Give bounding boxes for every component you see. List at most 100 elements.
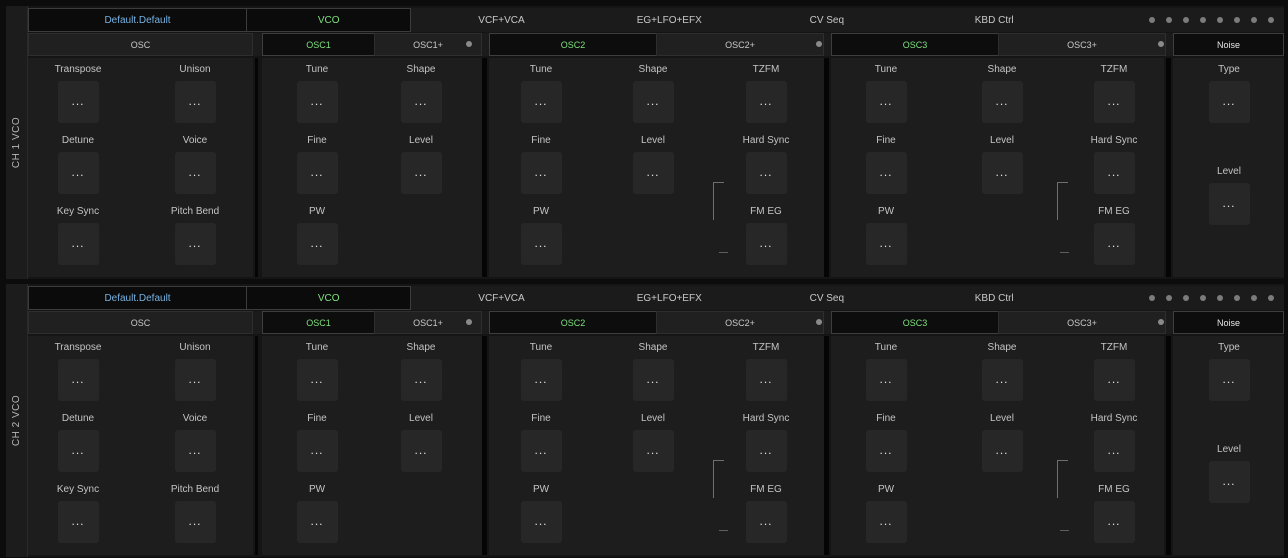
tab-vcf-vca[interactable]: VCF+VCA <box>411 286 636 310</box>
sub-tab-osc1[interactable]: OSC1 <box>262 311 375 334</box>
value-button[interactable]: ... <box>57 359 99 401</box>
sub-tab-osc3-plus[interactable]: OSC3+ <box>998 33 1166 56</box>
value-button[interactable]: ... <box>57 430 99 472</box>
value-button[interactable]: ... <box>1208 183 1250 225</box>
value-button[interactable]: ... <box>745 501 787 543</box>
sub-tab-osc1[interactable]: OSC1 <box>262 33 375 56</box>
value-button[interactable]: ... <box>745 81 787 123</box>
value-button[interactable]: ... <box>520 359 562 401</box>
value-button[interactable]: ... <box>865 223 907 265</box>
page-dot[interactable] <box>1268 17 1275 23</box>
value-button[interactable]: ... <box>1093 430 1135 472</box>
value-button[interactable]: ... <box>865 81 907 123</box>
value-button[interactable]: ... <box>174 81 216 123</box>
tab-cv-seq[interactable]: CV Seq <box>810 286 975 310</box>
value-button[interactable]: ... <box>1093 81 1135 123</box>
page-dot[interactable] <box>1149 295 1156 301</box>
value-button[interactable]: ... <box>632 152 674 194</box>
page-dots[interactable] <box>1138 286 1284 310</box>
value-button[interactable]: ... <box>174 152 216 194</box>
value-button[interactable]: ... <box>745 152 787 194</box>
sub-tab-osc2-plus[interactable]: OSC2+ <box>656 311 824 334</box>
page-dot[interactable] <box>1234 17 1241 23</box>
value-button[interactable]: ... <box>57 81 99 123</box>
value-button[interactable]: ... <box>632 430 674 472</box>
sub-tab-noise[interactable]: Noise <box>1173 33 1284 56</box>
value-button[interactable]: ... <box>1093 152 1135 194</box>
tab-vco[interactable]: VCO <box>246 8 412 32</box>
value-button[interactable]: ... <box>865 430 907 472</box>
sub-tab-osc3[interactable]: OSC3 <box>831 33 999 56</box>
value-button[interactable]: ... <box>296 152 338 194</box>
value-button[interactable]: ... <box>400 152 442 194</box>
page-dot[interactable] <box>1268 295 1275 301</box>
value-button[interactable]: ... <box>981 152 1023 194</box>
value-button[interactable]: ... <box>520 501 562 543</box>
page-dot[interactable] <box>1234 295 1241 301</box>
value-button[interactable]: ... <box>57 152 99 194</box>
sub-tab-osc3[interactable]: OSC3 <box>831 311 999 334</box>
page-dot[interactable] <box>1217 295 1224 301</box>
value-button[interactable]: ... <box>632 81 674 123</box>
page-dot[interactable] <box>1183 295 1190 301</box>
value-button[interactable]: ... <box>520 430 562 472</box>
value-button[interactable]: ... <box>1208 461 1250 503</box>
value-button[interactable]: ... <box>400 359 442 401</box>
page-dot[interactable] <box>1251 17 1258 23</box>
tab-kbd-ctrl[interactable]: KBD Ctrl <box>975 286 1138 310</box>
value-button[interactable]: ... <box>865 359 907 401</box>
sub-tab-noise[interactable]: Noise <box>1173 311 1284 334</box>
value-button[interactable]: ... <box>296 81 338 123</box>
page-dot[interactable] <box>1200 295 1207 301</box>
tab-eg-lfo-efx[interactable]: EG+LFO+EFX <box>637 286 810 310</box>
page-dot[interactable] <box>1217 17 1224 23</box>
value-button[interactable]: ... <box>865 501 907 543</box>
sub-tab-osc[interactable]: OSC <box>28 33 253 56</box>
value-button[interactable]: ... <box>1208 359 1250 401</box>
value-button[interactable]: ... <box>520 152 562 194</box>
preset-name-tab[interactable]: Default.Default <box>28 8 248 32</box>
value-button[interactable]: ... <box>400 81 442 123</box>
value-button[interactable]: ... <box>1093 223 1135 265</box>
value-button[interactable]: ... <box>296 223 338 265</box>
tab-vco[interactable]: VCO <box>246 286 412 310</box>
value-button[interactable]: ... <box>865 152 907 194</box>
value-button[interactable]: ... <box>520 81 562 123</box>
value-button[interactable]: ... <box>981 430 1023 472</box>
value-button[interactable]: ... <box>981 359 1023 401</box>
tab-cv-seq[interactable]: CV Seq <box>810 8 975 32</box>
value-button[interactable]: ... <box>1208 81 1250 123</box>
value-button[interactable]: ... <box>981 81 1023 123</box>
sub-tab-osc2-plus[interactable]: OSC2+ <box>656 33 824 56</box>
tab-vcf-vca[interactable]: VCF+VCA <box>411 8 636 32</box>
page-dot[interactable] <box>1166 17 1173 23</box>
value-button[interactable]: ... <box>296 430 338 472</box>
sub-tab-osc2[interactable]: OSC2 <box>489 311 657 334</box>
value-button[interactable]: ... <box>1093 359 1135 401</box>
value-button[interactable]: ... <box>745 430 787 472</box>
value-button[interactable]: ... <box>1093 501 1135 543</box>
page-dot[interactable] <box>1183 17 1190 23</box>
value-button[interactable]: ... <box>745 359 787 401</box>
tab-kbd-ctrl[interactable]: KBD Ctrl <box>975 8 1138 32</box>
value-button[interactable]: ... <box>174 223 216 265</box>
value-button[interactable]: ... <box>57 501 99 543</box>
sub-tab-osc3-plus[interactable]: OSC3+ <box>998 311 1166 334</box>
page-dot[interactable] <box>1200 17 1207 23</box>
page-dot[interactable] <box>1166 295 1173 301</box>
value-button[interactable]: ... <box>296 359 338 401</box>
tab-eg-lfo-efx[interactable]: EG+LFO+EFX <box>637 8 810 32</box>
page-dot[interactable] <box>1251 295 1258 301</box>
sub-tab-osc[interactable]: OSC <box>28 311 253 334</box>
value-button[interactable]: ... <box>57 223 99 265</box>
value-button[interactable]: ... <box>174 359 216 401</box>
page-dots[interactable] <box>1138 8 1284 32</box>
preset-name-tab[interactable]: Default.Default <box>28 286 248 310</box>
value-button[interactable]: ... <box>520 223 562 265</box>
value-button[interactable]: ... <box>174 501 216 543</box>
value-button[interactable]: ... <box>296 501 338 543</box>
page-dot[interactable] <box>1149 17 1156 23</box>
value-button[interactable]: ... <box>632 359 674 401</box>
value-button[interactable]: ... <box>174 430 216 472</box>
value-button[interactable]: ... <box>745 223 787 265</box>
